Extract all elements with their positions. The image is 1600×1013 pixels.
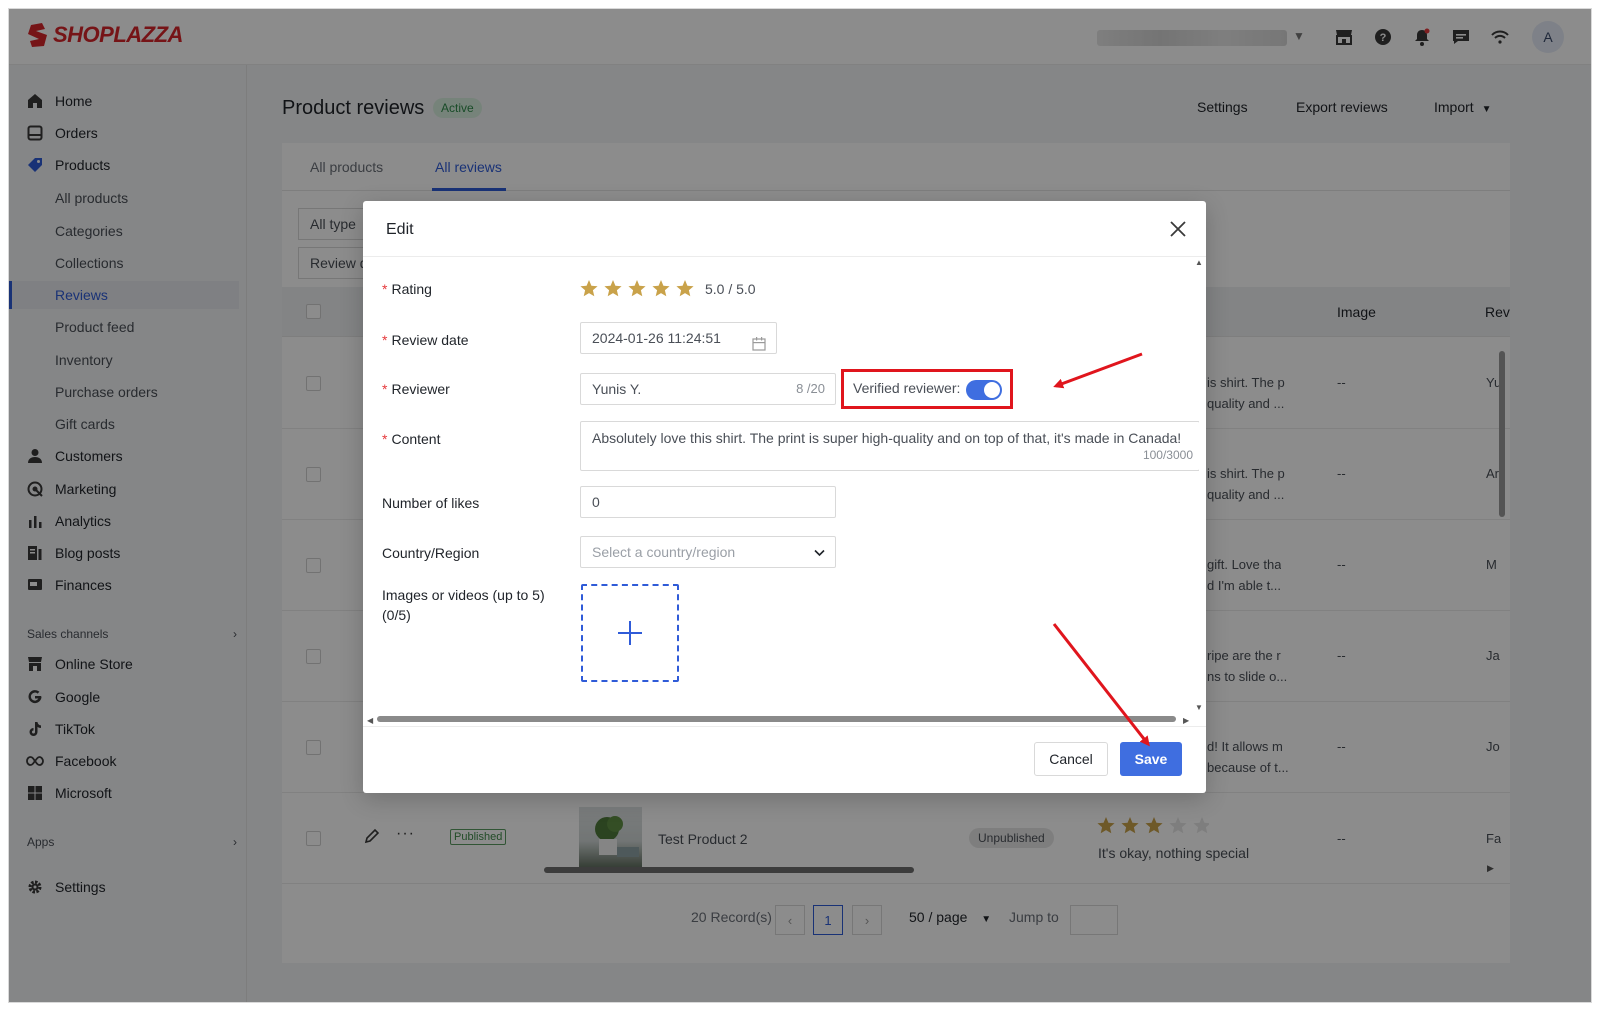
- chevron-down-icon: [814, 538, 825, 568]
- close-icon[interactable]: [1167, 218, 1189, 240]
- content-value: Absolutely love this shirt. The print is…: [592, 430, 1182, 446]
- content-label: * Content: [382, 431, 441, 447]
- content-char-counter: 100/3000: [1142, 448, 1193, 462]
- required-marker: *: [382, 431, 388, 447]
- reviewer-name-value: Yunis Y.: [592, 381, 642, 397]
- modal-horizontal-scrollbar[interactable]: [377, 716, 1176, 722]
- required-marker: *: [382, 381, 388, 397]
- edit-review-modal: Edit * Rating 5.0 / 5.0 * Review date 2024…: [363, 201, 1206, 793]
- rating-label: * Rating: [382, 281, 432, 297]
- save-button[interactable]: Save: [1120, 742, 1182, 776]
- rating-stars-input[interactable]: [580, 280, 696, 304]
- calendar-icon: [752, 331, 766, 361]
- review-date-picker[interactable]: 2024-01-26 11:24:51: [580, 322, 777, 354]
- likes-input[interactable]: 0: [580, 486, 836, 518]
- star-icon[interactable]: [676, 280, 694, 297]
- scroll-up-arrow-icon[interactable]: ▲: [1195, 258, 1203, 267]
- review-date-value: 2024-01-26 11:24:51: [592, 330, 721, 346]
- modal-footer-divider: [363, 726, 1206, 727]
- review-date-label: * Review date: [382, 332, 469, 348]
- modal-title: Edit: [386, 221, 414, 238]
- modal-body: * Rating 5.0 / 5.0 * Review date 2024-01-2…: [363, 257, 1199, 721]
- content-textarea[interactable]: Absolutely love this shirt. The print is…: [580, 421, 1199, 471]
- rating-value-text: 5.0 / 5.0: [705, 281, 756, 297]
- media-label: Images or videos (up to 5) (0/5): [382, 587, 545, 623]
- reviewer-name-input[interactable]: Yunis Y. 8 /20: [580, 373, 836, 405]
- reviewer-char-counter: 8 /20: [796, 381, 825, 396]
- cancel-button[interactable]: Cancel: [1034, 742, 1108, 776]
- reviewer-label: * Reviewer: [382, 381, 450, 397]
- country-label: Country/Region: [382, 545, 480, 561]
- verified-reviewer-toggle[interactable]: [966, 380, 1002, 400]
- scroll-right-arrow-icon[interactable]: ▶: [1183, 716, 1189, 725]
- star-icon[interactable]: [628, 280, 646, 297]
- toggle-knob: [984, 382, 1000, 398]
- star-icon[interactable]: [580, 280, 598, 297]
- required-marker: *: [382, 332, 388, 348]
- country-select[interactable]: Select a country/region: [580, 536, 836, 568]
- scroll-left-arrow-icon[interactable]: ◀: [367, 716, 373, 725]
- media-upload-button[interactable]: [581, 584, 679, 682]
- verified-reviewer-highlight: Verified reviewer:: [841, 369, 1013, 409]
- star-icon[interactable]: [604, 280, 622, 297]
- star-icon[interactable]: [652, 280, 670, 297]
- scroll-down-arrow-icon[interactable]: ▼: [1195, 703, 1203, 712]
- likes-label: Number of likes: [382, 495, 480, 511]
- plus-icon: [618, 621, 642, 645]
- required-marker: *: [382, 281, 388, 297]
- verified-reviewer-label: Verified reviewer:: [853, 380, 961, 396]
- country-placeholder: Select a country/region: [592, 544, 736, 560]
